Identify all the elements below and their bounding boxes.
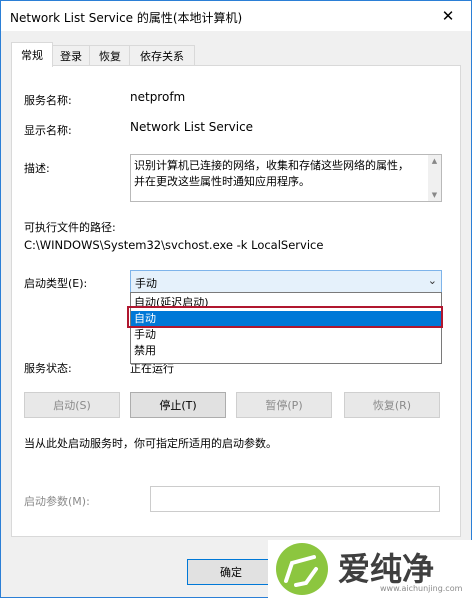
startup-type-dropdown: 自动(延迟启动) 自动 手动 禁用 bbox=[130, 292, 442, 364]
scroll-up-icon[interactable]: ▲ bbox=[428, 155, 441, 167]
ok-button[interactable]: 确定 bbox=[187, 559, 275, 585]
service-status-label: 服务状态: bbox=[24, 362, 72, 375]
aichunjing-logo-icon bbox=[276, 543, 328, 595]
watermark-url: www.aichunjing.com bbox=[380, 584, 463, 593]
description-label: 描述: bbox=[24, 162, 50, 175]
startup-option-disabled[interactable]: 禁用 bbox=[131, 343, 441, 359]
window-title: Network List Service 的属性(本地计算机) bbox=[10, 11, 243, 25]
startup-type-label: 启动类型(E): bbox=[24, 277, 88, 290]
close-button[interactable]: ✕ bbox=[425, 1, 471, 31]
watermark: 爱纯净 www.aichunjing.com bbox=[268, 540, 472, 598]
service-name-value: netprofm bbox=[130, 90, 186, 104]
stop-button[interactable]: 停止(T) bbox=[130, 392, 226, 418]
title-bar: Network List Service 的属性(本地计算机) ✕ bbox=[1, 1, 471, 31]
scroll-down-icon[interactable]: ▼ bbox=[428, 189, 441, 201]
exe-path-label: 可执行文件的路径: bbox=[24, 221, 116, 234]
display-name-label: 显示名称: bbox=[24, 124, 72, 137]
annotation-highlight bbox=[127, 306, 443, 328]
tab-recovery[interactable]: 恢复 bbox=[89, 45, 131, 66]
start-params-hint: 当从此处启动服务时，你可指定所适用的启动参数。 bbox=[24, 437, 277, 450]
resume-button[interactable]: 恢复(R) bbox=[344, 392, 440, 418]
startup-option-manual[interactable]: 手动 bbox=[131, 327, 441, 343]
start-params-input[interactable] bbox=[150, 486, 440, 512]
description-scrollbar[interactable]: ▲ ▼ bbox=[428, 155, 441, 201]
pause-button[interactable]: 暂停(P) bbox=[236, 392, 332, 418]
description-box[interactable]: 识别计算机已连接的网络，收集和存储这些网络的属性，并在更改这些属性时通知应用程序… bbox=[130, 154, 442, 202]
startup-type-value: 手动 bbox=[135, 277, 157, 290]
close-icon: ✕ bbox=[441, 7, 455, 25]
startup-type-select[interactable]: 手动 ⌄ bbox=[130, 270, 442, 294]
start-button[interactable]: 启动(S) bbox=[24, 392, 120, 418]
exe-path-value: C:\WINDOWS\System32\svchost.exe -k Local… bbox=[24, 238, 324, 252]
tab-dependencies[interactable]: 依存关系 bbox=[129, 45, 195, 66]
service-name-label: 服务名称: bbox=[24, 94, 72, 107]
chevron-down-icon[interactable]: ⌄ bbox=[428, 274, 437, 287]
start-params-label: 启动参数(M): bbox=[24, 495, 90, 508]
general-panel: 服务名称: netprofm 显示名称: Network List Servic… bbox=[11, 65, 461, 537]
description-text: 识别计算机已连接的网络，收集和存储这些网络的属性，并在更改这些属性时通知应用程序… bbox=[134, 159, 409, 188]
properties-dialog: Network List Service 的属性(本地计算机) ✕ 常规 登录 … bbox=[0, 0, 472, 598]
tab-general[interactable]: 常规 bbox=[11, 42, 53, 67]
display-name-value: Network List Service bbox=[130, 120, 254, 134]
tab-logon[interactable]: 登录 bbox=[51, 45, 91, 66]
